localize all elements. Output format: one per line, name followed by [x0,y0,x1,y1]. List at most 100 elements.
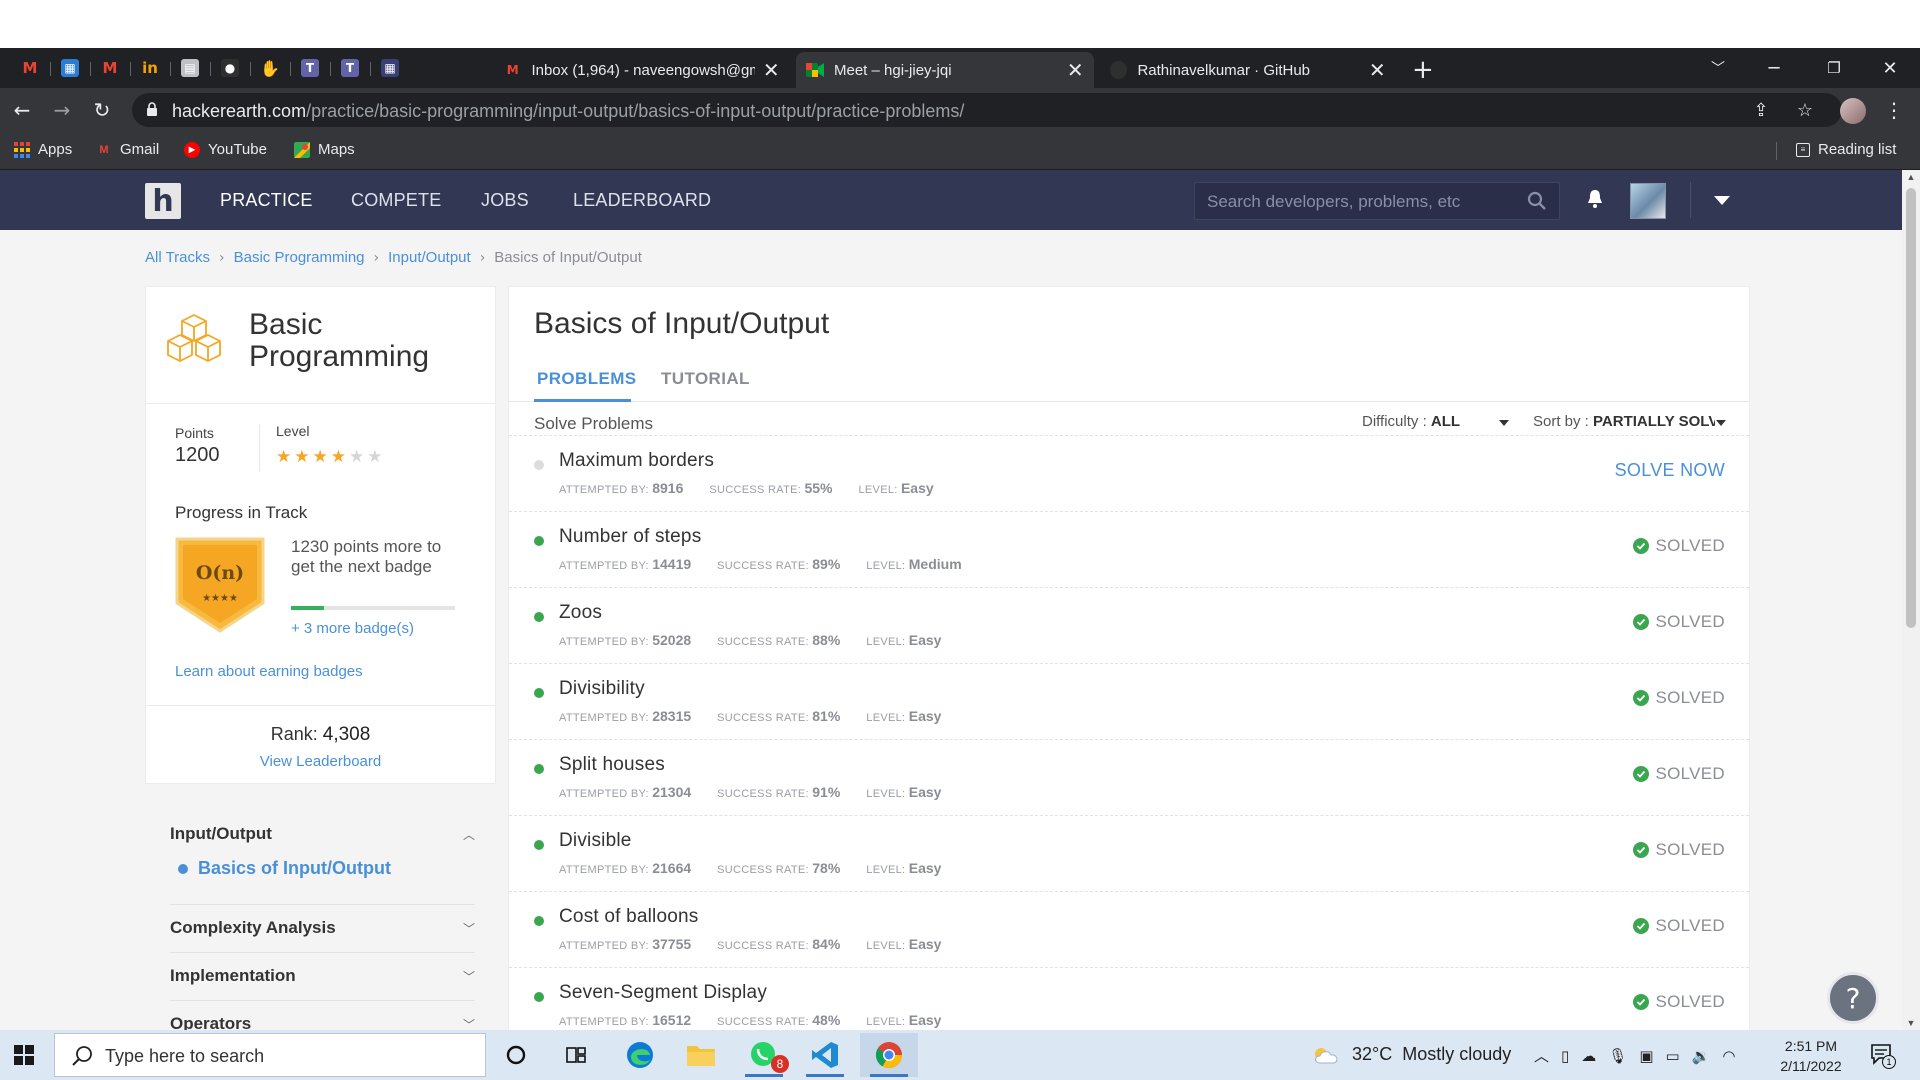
page-scrollbar[interactable]: ▲ ▼ [1902,170,1920,1030]
topic-complexity-analysis[interactable]: Complexity Analysis ﹀ [170,918,475,938]
speaker-icon[interactable]: 🔉 [1692,1047,1711,1065]
topic-operators[interactable]: Operators ﹀ [170,1014,475,1030]
browser-menu-icon[interactable]: ⋮ [1880,96,1908,124]
onedrive-icon[interactable]: ☁ [1581,1047,1596,1065]
edge-app[interactable] [611,1033,669,1077]
pinned-tab[interactable]: M [10,52,50,84]
start-button[interactable] [0,1030,48,1080]
problem-name[interactable]: Seven-Segment Display [559,982,767,1004]
breadcrumb-input-output[interactable]: Input/Output [388,249,471,266]
cortana-button[interactable] [487,1033,545,1077]
topic-implementation[interactable]: Implementation ﹀ [170,966,475,986]
problem-name[interactable]: Maximum borders [559,450,714,472]
restore-button[interactable]: ❐ [1806,48,1862,88]
chrome-app[interactable] [860,1033,918,1077]
bookmark-apps[interactable]: Apps [14,141,72,158]
taskbar-search-input[interactable]: Type here to search [54,1033,486,1077]
hackerearth-logo[interactable]: h [145,183,181,219]
close-tab-icon[interactable]: ✕ [763,58,780,82]
forward-button[interactable]: → [48,96,76,124]
problem-name[interactable]: Divisibility [559,678,645,700]
problem-name[interactable]: Cost of balloons [559,906,698,928]
problem-row[interactable]: Divisibility ATTEMPTED BY: 28315 SUCCESS R… [509,663,1749,739]
file-explorer-app[interactable] [672,1033,730,1077]
problem-name[interactable]: Split houses [559,754,665,776]
nav-compete[interactable]: COMPETE [351,190,441,211]
nav-jobs[interactable]: JOBS [481,190,529,211]
tab-gmail-inbox[interactable]: M Inbox (1,964) - naveengowsh@gmail.com … [494,52,790,88]
share-icon[interactable]: ⇪ [1750,99,1772,121]
more-badges-link[interactable]: + 3 more badge(s) [291,620,414,637]
close-tab-icon[interactable]: ✕ [1369,58,1386,82]
pinned-tab[interactable]: ▦ [370,52,410,84]
microphone-icon[interactable]: 🎙 [1608,1047,1627,1065]
reload-button[interactable]: ↻ [88,96,116,124]
site-search-input[interactable]: Search developers, problems, etc [1194,182,1560,220]
caret-down-icon[interactable] [1716,420,1726,426]
bookmark-youtube[interactable]: ▶ YouTube [184,141,267,158]
bookmark-maps[interactable]: Maps [294,141,355,158]
tab-google-meet[interactable]: Meet – hgi-jiey-jqi ✕ [796,52,1094,88]
user-avatar[interactable] [1630,183,1666,219]
weather-widget[interactable]: 32°C Mostly cloudy [1312,1044,1511,1065]
problem-name[interactable]: Zoos [559,602,602,624]
tab-tutorial[interactable]: TUTORIAL [661,369,750,389]
view-leaderboard-link[interactable]: View Leaderboard [146,753,495,770]
learn-badges-link[interactable]: Learn about earning badges [175,663,363,680]
solve-now-button[interactable]: SOLVE NOW [1615,460,1725,481]
back-button[interactable]: ← [8,96,36,124]
breadcrumb-basic-programming[interactable]: Basic Programming [234,249,365,266]
close-tab-icon[interactable]: ✕ [1066,58,1084,82]
topic-input-output[interactable]: Input/Output ︿ [170,824,475,844]
problem-row[interactable]: Split houses ATTEMPTED BY: 21304 SUCCESS R… [509,739,1749,815]
wifi-icon[interactable]: ◠ [1722,1047,1735,1065]
subtopic-basics-of-input-output[interactable]: Basics of Input/Output [178,858,391,879]
pinned-tab[interactable]: M [90,52,130,84]
problem-row[interactable]: Maximum borders ATTEMPTED BY: 8916 SUCCESS… [509,435,1749,511]
pinned-tab[interactable]: ▤ [170,52,210,84]
problem-row[interactable]: Number of steps ATTEMPTED BY: 14419 SUCCES… [509,511,1749,587]
new-tab-button[interactable]: + [1402,52,1442,88]
pinned-tab[interactable]: ▦ [50,52,90,84]
reading-list-button[interactable]: ≡ Reading list [1796,141,1896,158]
device-icon[interactable]: ▯ [1561,1047,1569,1065]
problem-row[interactable]: Cost of balloons ATTEMPTED BY: 37755 SUCCE… [509,891,1749,967]
display-icon[interactable]: ▣ [1639,1047,1653,1065]
pinned-tab[interactable]: T [290,52,330,84]
address-bar[interactable]: hackerearth.com/practice/basic-programmi… [132,93,1842,127]
taskbar-clock[interactable]: 2:51 PM 2/11/2022 [1766,1036,1856,1076]
close-window-button[interactable]: ✕ [1862,48,1918,88]
minimize-button[interactable]: ─ [1746,48,1802,88]
scroll-up-arrow[interactable]: ▲ [1906,172,1916,182]
nav-leaderboard[interactable]: LEADERBOARD [573,190,711,211]
scroll-down-arrow[interactable]: ▼ [1906,1018,1916,1028]
tab-problems[interactable]: PROBLEMS [537,369,637,389]
whatsapp-app[interactable]: 8 [735,1033,793,1077]
tab-github[interactable]: Rathinavelkumar · GitHub ✕ [1100,52,1396,88]
pinned-tab[interactable]: T [330,52,370,84]
caret-down-icon[interactable] [1714,196,1730,205]
task-view-button[interactable] [547,1033,605,1077]
profile-avatar[interactable] [1840,98,1866,124]
battery-icon[interactable]: ▭ [1666,1047,1680,1065]
pinned-tab[interactable]: ● [210,52,250,84]
bookmark-star-icon[interactable]: ☆ [1794,99,1816,121]
notification-center-button[interactable]: 1 [1870,1043,1896,1069]
bookmark-gmail[interactable]: M Gmail [96,141,159,158]
pinned-tab[interactable]: ✋ [250,52,290,84]
chevron-up-icon[interactable]: ︿ [1534,1045,1549,1066]
problem-row[interactable]: Seven-Segment Display ATTEMPTED BY: 16512… [509,967,1749,1030]
nav-practice[interactable]: PRACTICE [220,190,313,211]
breadcrumb-all-tracks[interactable]: All Tracks [145,249,210,266]
search-icon[interactable] [1527,191,1547,211]
problem-name[interactable]: Number of steps [559,526,701,548]
problem-row[interactable]: Divisible ATTEMPTED BY: 21664 SUCCESS RATE… [509,815,1749,891]
tab-search-chevron-icon[interactable]: ﹀ [1690,48,1746,88]
vscode-app[interactable] [796,1033,854,1077]
pinned-tab[interactable]: in [130,52,170,84]
bell-icon[interactable] [1585,188,1605,210]
caret-down-icon[interactable] [1499,420,1509,426]
scrollbar-thumb[interactable] [1906,188,1916,628]
problem-row[interactable]: Zoos ATTEMPTED BY: 52028 SUCCESS RATE: 88%… [509,587,1749,663]
difficulty-filter[interactable]: Difficulty : ALL [1362,413,1460,430]
